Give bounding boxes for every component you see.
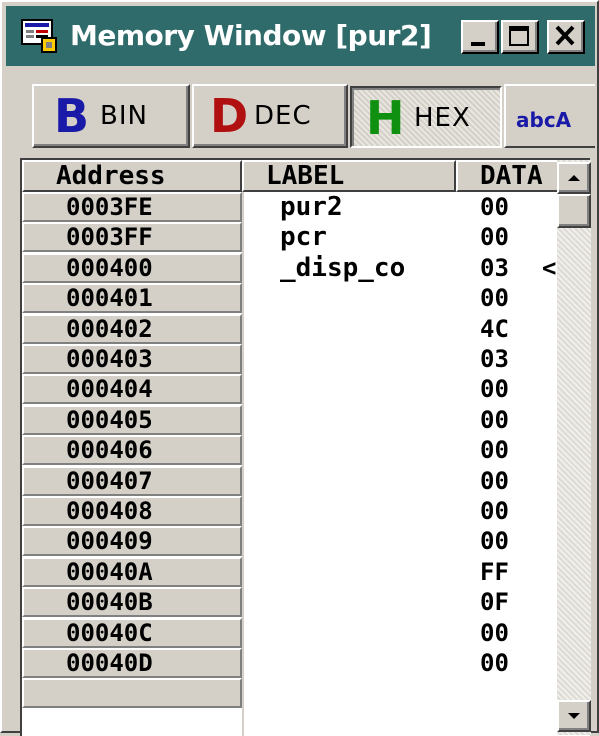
label-column-header[interactable]: LABEL (242, 160, 456, 192)
memory-window-icon (21, 19, 57, 53)
maximize-icon (509, 26, 529, 46)
arrow-down-icon (568, 713, 580, 719)
maximize-button[interactable] (501, 20, 539, 54)
address-cell[interactable]: 000403 (22, 344, 242, 374)
data-cell[interactable]: 00 (480, 496, 509, 526)
address-cell[interactable]: 000400 (22, 252, 242, 283)
minimize-icon (471, 42, 485, 46)
address-cell[interactable]: 000404 (22, 374, 242, 405)
vertical-scrollbar[interactable] (557, 160, 591, 735)
arrow-up-icon (568, 175, 580, 181)
scroll-thumb[interactable] (557, 194, 591, 228)
address-column-header[interactable]: Address (22, 160, 242, 192)
data-cell[interactable]: 00 (480, 435, 509, 465)
address-cell[interactable]: 00040C (22, 617, 242, 648)
radix-tab-strip: B BIN D DEC H HEX abcA (6, 72, 595, 156)
label-cell[interactable]: pur2 (280, 192, 343, 222)
address-cell-empty (22, 678, 242, 709)
tab-hex[interactable]: H HEX (350, 86, 502, 148)
tab-ascii[interactable]: abcA (504, 84, 595, 148)
data-cell[interactable]: 00 (480, 192, 509, 222)
data-cell[interactable]: 03 (480, 344, 509, 374)
data-cell[interactable]: 00 (480, 374, 509, 404)
data-cell[interactable]: 00 (480, 466, 509, 496)
address-cell[interactable]: 00040B (22, 587, 242, 618)
address-cell[interactable]: 0003FF (22, 222, 242, 253)
address-cell[interactable]: 000406 (22, 435, 242, 466)
dec-glyph: D (210, 89, 249, 143)
title-bar[interactable]: Memory Window [pur2] (6, 6, 595, 66)
address-cell[interactable]: 000407 (22, 465, 242, 496)
address-cell[interactable]: 000401 (22, 283, 242, 314)
bin-glyph: B (54, 89, 90, 143)
address-cell[interactable]: 000405 (22, 404, 242, 435)
data-cell[interactable]: 4C (480, 314, 509, 344)
data-cell[interactable]: 03 (480, 253, 509, 283)
data-cell[interactable]: 00 (480, 618, 509, 648)
data-cell[interactable]: 00 (480, 283, 509, 313)
label-cell[interactable]: _disp_co (280, 253, 405, 283)
scroll-down-button[interactable] (557, 700, 591, 732)
current-position-marker: < (542, 253, 557, 282)
address-cell[interactable]: 000408 (22, 496, 242, 526)
address-cell[interactable]: 000409 (22, 526, 242, 557)
ascii-glyph: abcA (516, 108, 572, 132)
window-title: Memory Window [pur2] (70, 19, 432, 52)
data-cell[interactable]: 00 (480, 648, 509, 678)
data-cell[interactable]: 00 (480, 222, 509, 252)
address-cell[interactable]: 000402 (22, 313, 242, 344)
tab-hex-label: HEX (414, 103, 471, 133)
data-cell[interactable]: 0F (480, 587, 509, 617)
column-divider (242, 192, 244, 736)
tab-dec[interactable]: D DEC (192, 84, 348, 148)
tab-bin-label: BIN (100, 101, 148, 131)
data-cell[interactable]: 00 (480, 526, 509, 556)
data-cell[interactable]: FF (480, 557, 509, 587)
memory-grid: Address LABEL DATA 0003FE 0003FF 000400 000… (20, 158, 590, 736)
minimize-button[interactable] (461, 20, 499, 54)
hex-glyph: H (366, 91, 405, 145)
close-icon (555, 25, 575, 46)
tab-dec-label: DEC (254, 101, 312, 131)
address-cell[interactable]: 0003FE (22, 192, 242, 222)
address-cell[interactable]: 00040A (22, 556, 242, 587)
scroll-up-button[interactable] (557, 162, 591, 194)
address-cell[interactable]: 00040D (22, 648, 242, 678)
label-cell[interactable]: pcr (280, 222, 327, 252)
data-cell[interactable]: 00 (480, 405, 509, 435)
tab-bin[interactable]: B BIN (32, 84, 190, 148)
memory-window: Memory Window [pur2] B BIN D DEC H HEX a… (0, 0, 599, 736)
close-button[interactable] (547, 20, 585, 54)
